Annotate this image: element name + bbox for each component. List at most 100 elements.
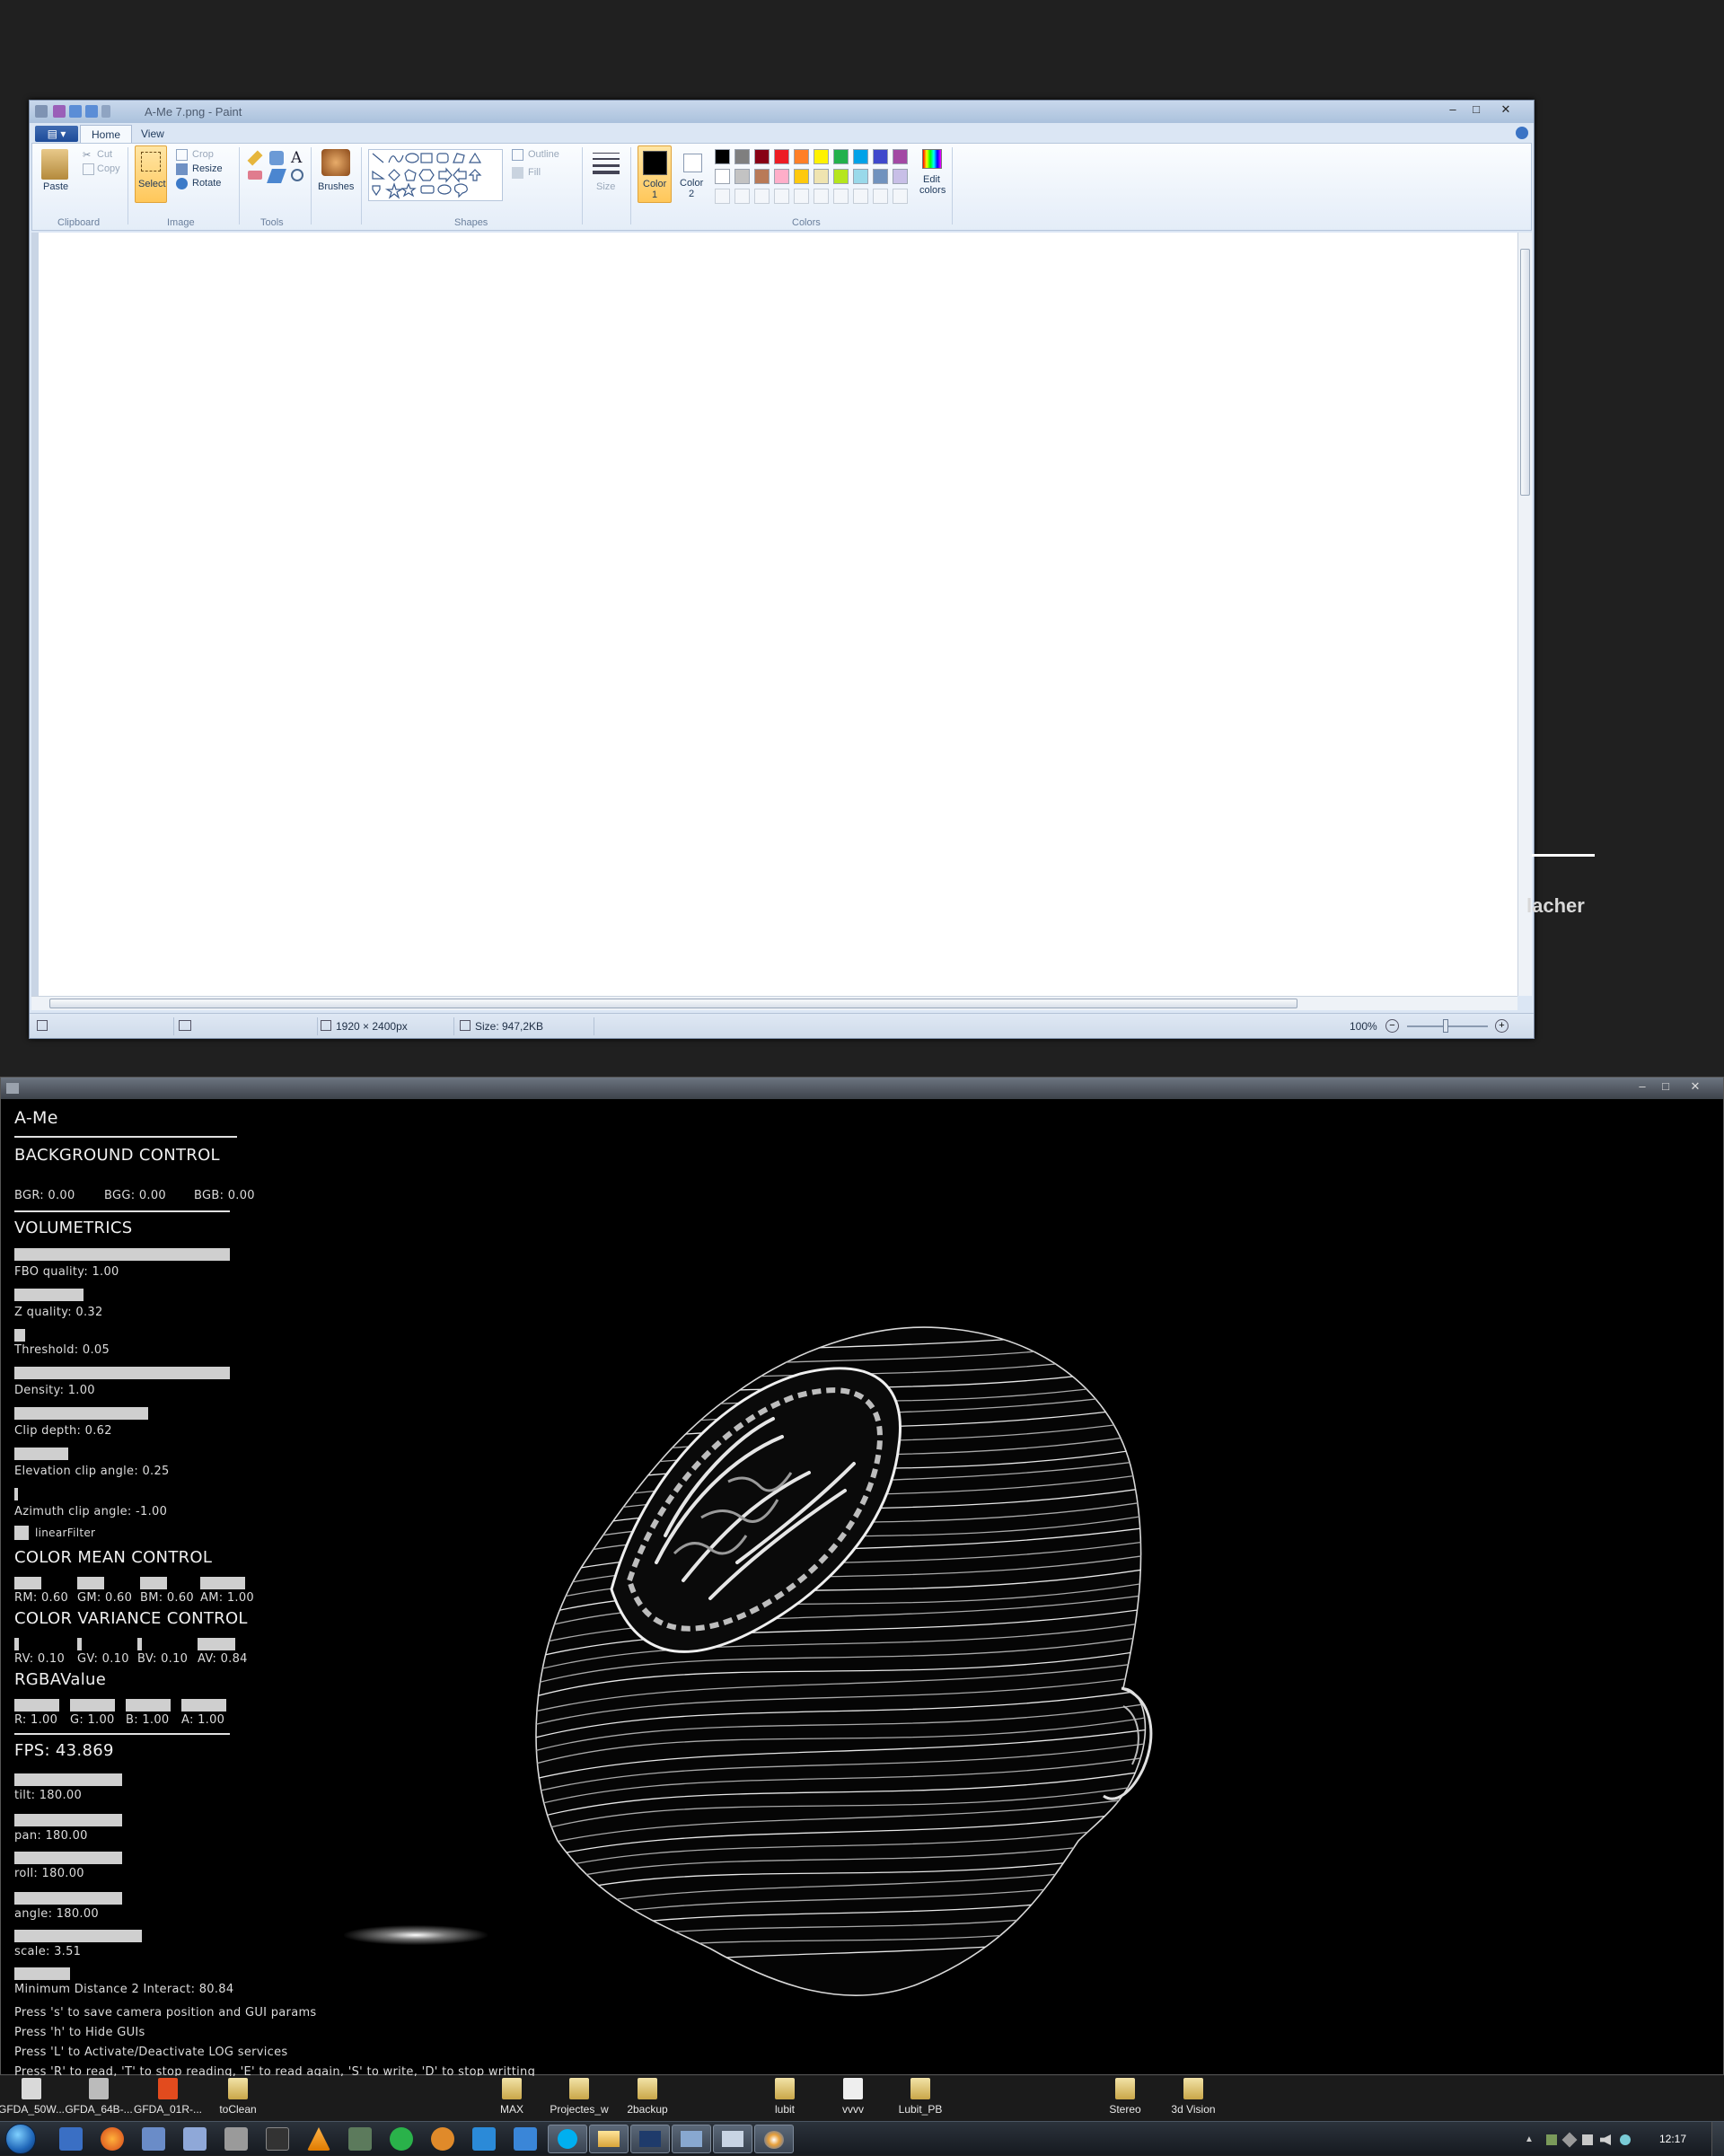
crop-button[interactable]: Crop (192, 149, 214, 160)
min-distance-slider[interactable] (14, 1967, 70, 1980)
close-button[interactable]: ✕ (1491, 101, 1521, 119)
azimuth-clip-slider[interactable] (14, 1488, 18, 1500)
resize-button[interactable]: Resize (192, 163, 223, 174)
taskbar-blender-icon[interactable] (431, 2127, 454, 2151)
a-slider[interactable] (181, 1699, 226, 1712)
density-slider[interactable] (14, 1367, 230, 1379)
elevation-clip-slider[interactable] (14, 1448, 68, 1460)
ame-minimize-button[interactable]: – (1632, 1078, 1653, 1096)
size-icon[interactable] (593, 151, 620, 174)
palette-swatch[interactable] (893, 169, 908, 184)
tray-volume-icon[interactable] (1600, 2134, 1611, 2145)
zoom-slider-thumb[interactable] (1443, 1019, 1448, 1033)
text-tool-icon[interactable]: A (291, 149, 302, 167)
taskbar-document-icon[interactable] (142, 2127, 165, 2151)
roll-slider[interactable] (14, 1852, 122, 1864)
pan-slider[interactable] (14, 1814, 122, 1826)
palette-swatch[interactable] (893, 149, 908, 164)
paste-icon[interactable] (41, 149, 68, 180)
tray-network-icon[interactable] (1582, 2134, 1593, 2145)
tray-diamond-icon[interactable] (1561, 2132, 1578, 2148)
quick-access-dropdown-icon[interactable] (101, 105, 110, 118)
custom-color-slot[interactable] (814, 189, 829, 204)
copy-button[interactable]: Copy (97, 163, 120, 174)
taskbar-shield-icon[interactable] (514, 2127, 537, 2151)
palette-swatch[interactable] (715, 149, 730, 164)
custom-color-slot[interactable] (833, 189, 849, 204)
help-icon[interactable] (1516, 127, 1528, 139)
rotate-button[interactable]: Rotate (192, 178, 221, 189)
fill-bucket-icon[interactable] (269, 151, 284, 165)
taskbar-clock[interactable]: 12:17 (1659, 2133, 1686, 2145)
custom-color-slot[interactable] (774, 189, 789, 204)
gm-slider[interactable] (77, 1577, 104, 1589)
palette-swatch[interactable] (814, 149, 829, 164)
horizontal-scrollbar[interactable] (31, 996, 1517, 1010)
magnifier-icon[interactable] (291, 169, 303, 181)
desktop-icon-2backup[interactable]: 2backup (607, 2078, 688, 2119)
undo-icon[interactable] (69, 105, 82, 118)
custom-color-slot[interactable] (734, 189, 750, 204)
r-slider[interactable] (14, 1699, 59, 1712)
custom-color-slot[interactable] (794, 189, 809, 204)
custom-color-slot[interactable] (853, 189, 868, 204)
scale-slider[interactable] (14, 1930, 142, 1942)
custom-color-slot[interactable] (754, 189, 770, 204)
save-icon[interactable] (53, 105, 66, 118)
pencil-icon[interactable] (247, 150, 263, 166)
bv-slider[interactable] (137, 1638, 142, 1650)
size-button[interactable]: Size (596, 181, 615, 192)
taskbar-vlc-icon[interactable] (307, 2127, 330, 2151)
taskbar-save-icon[interactable] (59, 2127, 83, 2151)
custom-color-slot[interactable] (873, 189, 888, 204)
gv-slider[interactable] (77, 1638, 82, 1650)
custom-color-slot[interactable] (715, 189, 730, 204)
palette-swatch[interactable] (814, 169, 829, 184)
redo-icon[interactable] (85, 105, 98, 118)
taskbar-app-icon[interactable] (224, 2127, 248, 2151)
volume-render-viewport[interactable] (504, 1266, 1186, 2002)
desktop-icon-3d-vision[interactable]: 3d Vision (1153, 2078, 1234, 2119)
minimize-button[interactable]: – (1442, 101, 1464, 119)
edit-colors-button[interactable]: Edit colors (918, 147, 946, 203)
vertical-scroll-thumb[interactable] (1520, 249, 1530, 496)
bm-slider[interactable] (140, 1577, 167, 1589)
am-slider[interactable] (200, 1577, 245, 1589)
taskbar-explorer-button[interactable] (589, 2125, 629, 2153)
show-desktop-button[interactable] (1711, 2122, 1724, 2156)
taskbar-spotify-icon[interactable] (390, 2127, 413, 2151)
ame-close-button[interactable]: ✕ (1680, 1078, 1711, 1096)
maximize-button[interactable]: □ (1465, 101, 1487, 119)
taskbar-terminal-icon[interactable] (266, 2127, 289, 2151)
horizontal-scroll-thumb[interactable] (49, 999, 1297, 1008)
color-picker-icon[interactable] (267, 169, 286, 183)
cut-button[interactable]: Cut (97, 149, 112, 160)
palette-swatch[interactable] (774, 169, 789, 184)
taskbar-network-icon[interactable] (348, 2127, 372, 2151)
fbo-quality-slider[interactable] (14, 1248, 230, 1261)
taskbar-dropbox-icon[interactable] (472, 2127, 496, 2151)
taskbar-notes-icon[interactable] (183, 2127, 207, 2151)
taskbar-ame-button[interactable] (630, 2125, 670, 2153)
paint-app-icon[interactable] (35, 105, 48, 118)
palette-swatch[interactable] (794, 169, 809, 184)
tilt-slider[interactable] (14, 1773, 122, 1786)
tab-view[interactable]: View (130, 125, 175, 143)
palette-swatch[interactable] (873, 149, 888, 164)
outline-dropdown[interactable]: Outline (528, 149, 559, 160)
angle-slider[interactable] (14, 1892, 122, 1905)
color1-button[interactable]: Color 1 (638, 145, 672, 203)
custom-color-slot[interactable] (893, 189, 908, 204)
select-button[interactable]: Select (135, 145, 167, 203)
color2-button[interactable]: Color 2 (675, 145, 709, 203)
brushes-button[interactable]: Brushes (318, 181, 354, 192)
linear-filter-toggle[interactable] (14, 1526, 29, 1540)
shapes-gallery[interactable] (368, 149, 503, 201)
eraser-icon[interactable] (248, 171, 262, 180)
taskbar-firefox-icon[interactable] (101, 2127, 124, 2151)
taskbar-paint-button[interactable] (754, 2125, 794, 2153)
palette-swatch[interactable] (853, 149, 868, 164)
tray-signal-icon[interactable] (1546, 2134, 1557, 2145)
brushes-icon[interactable] (321, 149, 350, 176)
palette-swatch[interactable] (873, 169, 888, 184)
